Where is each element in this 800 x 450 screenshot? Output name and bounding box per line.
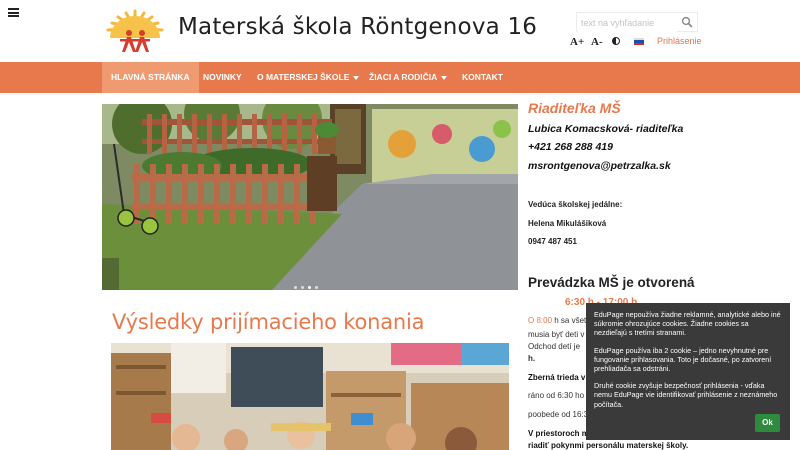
article-image[interactable] [111,343,509,450]
chevron-down-icon [441,75,448,80]
slider-prev-arrow[interactable] [102,258,119,290]
body-text: musia byť deti v [528,330,585,339]
article-title[interactable]: Výsledky prijímacieho konania [112,310,425,334]
font-decrease-button[interactable]: A- [591,36,603,48]
opening-hours-heading: Prevádzka MŠ je otvorená [528,275,695,290]
canteen-heading: Vedúca školskej jedálne: [528,200,623,209]
nav-item-about-school[interactable]: O MATERSKEJ ŠKOLE [248,62,368,93]
nav-item-contact[interactable]: KONTAKT [453,62,512,93]
cookie-banner: EduPage nepoužíva žiadne reklamné, analy… [586,303,790,440]
nav-item-pupils-parents[interactable]: ŽIACI A RODIČIA [360,62,456,93]
nav-item-label: NOVINKY [203,72,242,82]
font-increase-button[interactable]: A+ [570,36,584,48]
canteen-name: Helena Mikulášiková [528,219,607,228]
slovak-flag-icon[interactable] [634,38,644,45]
nav-item-label: HLAVNÁ STRÁNKA [111,72,190,82]
cookie-ok-button[interactable]: Ok [755,414,780,432]
body-text: h. [528,354,536,363]
slider-dot[interactable] [301,286,304,289]
nav-item-label: KONTAKT [462,72,503,82]
search-input[interactable] [577,14,677,32]
site-header: Materská škola Röntgenova 16 A+ A- Prihl… [0,0,800,62]
search-icon[interactable] [681,16,693,28]
nav-item-news[interactable]: NOVINKY [194,62,251,93]
director-phone[interactable]: +421 268 288 419 [528,141,613,153]
director-heading: Riaditeľka MŠ [528,100,621,116]
school-logo[interactable] [100,8,170,54]
slide-image-garden [102,104,518,290]
body-text: O 8:00 h sa všetky [528,316,594,325]
cookie-text: Druhé cookie zvyšuje bezpečnosť prihláse… [594,381,778,409]
cookie-text: EduPage používa iba 2 cookie – jedno nev… [594,345,772,374]
nav-item-label: ŽIACI A RODIČIA [369,72,438,82]
search-box [576,12,698,32]
chevron-down-icon [353,75,360,80]
canteen-phone: 0947 487 451 [528,237,577,246]
site-title[interactable]: Materská škola Röntgenova 16 [178,14,537,40]
contrast-icon[interactable] [612,37,620,45]
classroom-photo [111,343,509,450]
body-text: Odchod detí je [528,342,581,351]
image-slider[interactable] [102,104,518,290]
nav-item-label: O MATERSKEJ ŠKOLE [257,72,350,82]
body-time: O 8:00 [528,316,553,325]
director-name: Lubica Komacsková- riaditeľka [528,123,684,135]
director-email[interactable]: msrontgenova@petrzalka.sk [528,160,671,172]
slider-dot[interactable] [315,286,318,289]
cookie-text: EduPage nepoužíva žiadne reklamné, analy… [594,310,781,338]
body-text: Zberná trieda v [528,373,586,382]
slider-dot[interactable] [308,286,311,289]
main-navigation: HLAVNÁ STRÁNKA NOVINKY O MATERSKEJ ŠKOLE… [0,62,800,93]
slider-dots [294,276,322,294]
hamburger-menu-icon[interactable] [8,8,19,17]
body-text: ráno od 6:30 ho [528,391,585,400]
login-link[interactable]: Prihlásenie [657,36,702,46]
body-text: riadiť pokynmi personálu materskej školy… [528,441,689,450]
nav-item-home[interactable]: HLAVNÁ STRÁNKA [102,62,199,93]
slider-dot[interactable] [294,286,297,289]
